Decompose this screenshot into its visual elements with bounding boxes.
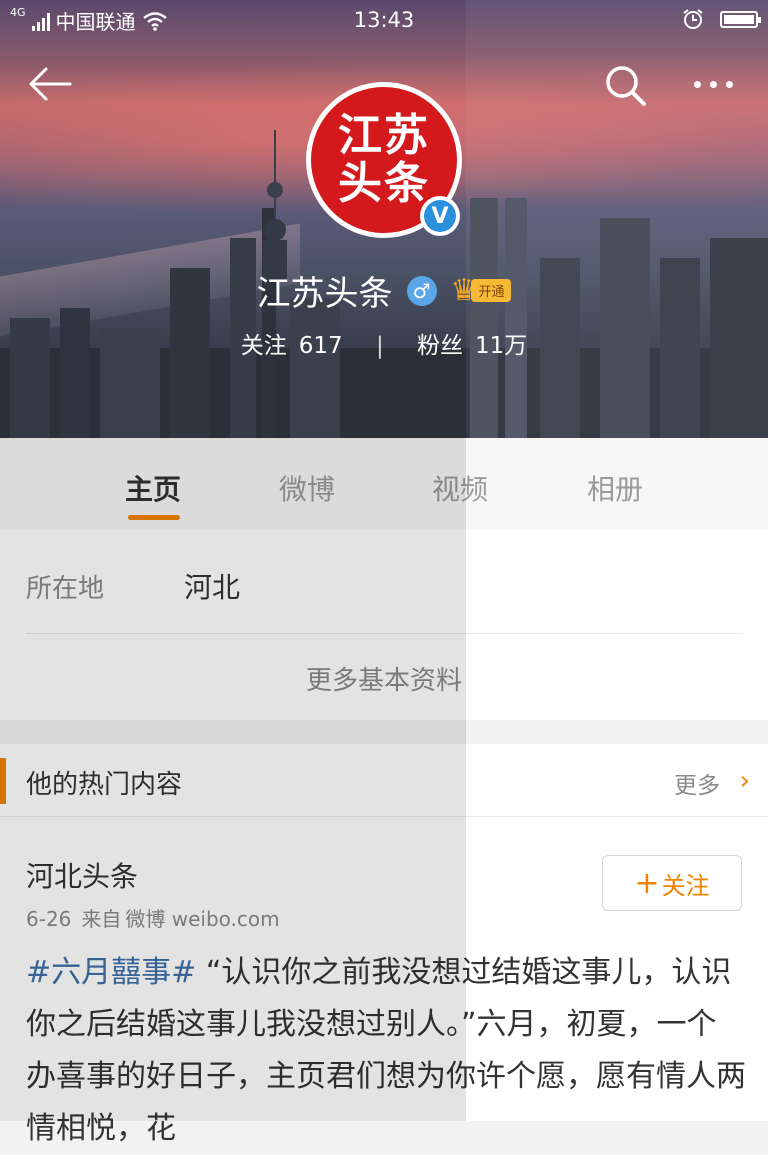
tab-video[interactable]: 视频 <box>400 468 520 508</box>
divider <box>26 633 742 634</box>
avatar-text-line2: 头条 <box>338 158 430 209</box>
post-meta: 6-26 来自 微博 weibo.com <box>26 903 290 932</box>
verified-badge-icon: V <box>420 196 460 236</box>
post-source: 微博 weibo.com <box>125 907 280 931</box>
avatar-text-line1: 江苏 <box>338 110 430 161</box>
profile-name-row: 江苏头条 ♂ ♛ 开通 <box>0 266 768 315</box>
profile-tabs: 主页 微博 视频 相册 <box>0 438 768 531</box>
status-bar: 4G 中国联通 13:43 <box>0 0 768 40</box>
hot-content-title: 他的热门内容 <box>26 770 183 800</box>
battery-icon <box>720 10 761 28</box>
section-accent-bar <box>0 758 6 804</box>
post-hashtag[interactable]: #六月囍事# <box>26 955 196 990</box>
search-icon[interactable] <box>602 62 650 110</box>
alarm-icon <box>683 9 703 29</box>
active-tab-indicator <box>128 515 180 520</box>
more-dots-icon[interactable] <box>694 72 742 96</box>
following-stat[interactable]: 关注 617 <box>235 333 349 359</box>
profile-stats: 关注 617 | 粉丝 11万 <box>0 326 768 360</box>
followers-stat[interactable]: 粉丝 11万 <box>411 333 533 359</box>
clock: 13:43 <box>353 8 415 32</box>
follow-button[interactable]: + 关注 <box>602 855 742 911</box>
chevron-right-icon[interactable]: › <box>740 766 750 796</box>
location-value: 河北 <box>184 571 241 604</box>
following-label: 关注 <box>240 333 287 359</box>
verified-badge-letter: V <box>424 200 456 232</box>
followers-count: 11万 <box>475 333 528 359</box>
location-label: 所在地 <box>26 574 105 604</box>
tab-weibo[interactable]: 微博 <box>247 468 367 508</box>
vip-open-label: 开通 <box>471 279 512 302</box>
oriental-pearl-tower <box>263 130 287 280</box>
following-count: 617 <box>298 333 343 359</box>
plus-icon: + <box>634 865 660 901</box>
followers-label: 粉丝 <box>417 333 463 359</box>
post-text[interactable]: #六月囍事# “认识你之前我没想过结婚这事儿，认识你之后结婚这事儿我没想过别人。… <box>26 947 746 1155</box>
hot-content-more-link[interactable]: 更多 <box>674 766 720 800</box>
more-basic-info-link[interactable]: 更多基本资料 <box>0 660 768 697</box>
tab-album[interactable]: 相册 <box>555 468 675 508</box>
basic-info-card: 所在地 河北 更多基本资料 <box>0 530 768 720</box>
back-arrow-icon[interactable] <box>26 64 74 104</box>
stats-separator: | <box>375 333 384 359</box>
vip-open-button[interactable]: ♛ 开通 <box>451 275 512 306</box>
post-card[interactable]: 河北头条 6-26 来自 微博 weibo.com + 关注 #六月囍事# “认识你… <box>0 817 768 1146</box>
post-source-prefix: 来自 <box>81 907 122 931</box>
post-date: 6-26 <box>26 907 72 931</box>
follow-label: 关注 <box>661 871 710 900</box>
hot-content-header: 他的热门内容 更多 › <box>0 744 768 817</box>
tab-home[interactable]: 主页 <box>93 468 213 508</box>
profile-name: 江苏头条 <box>256 274 393 314</box>
male-gender-icon: ♂ <box>406 275 437 306</box>
post-author[interactable]: 河北头条 <box>26 855 138 895</box>
